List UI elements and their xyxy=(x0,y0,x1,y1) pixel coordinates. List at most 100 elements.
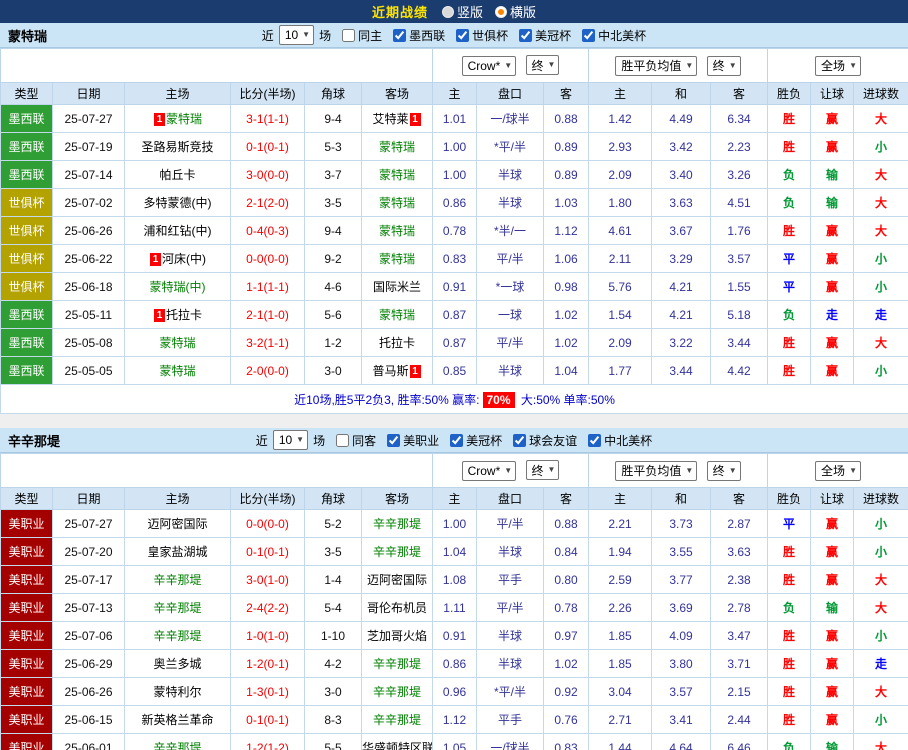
final-odds-select[interactable]: 终▼ xyxy=(707,461,741,481)
home-team: 蒙特瑞 xyxy=(125,329,231,357)
filter-same-venue-checkbox[interactable]: 同客 xyxy=(327,432,376,449)
match-date: 25-07-27 xyxy=(53,510,125,538)
version-radio-横版[interactable]: 横版 xyxy=(495,2,536,21)
scope-select[interactable]: 全场▼ xyxy=(815,461,861,481)
euro-away-odds: 1.55 xyxy=(711,273,768,301)
matches-table: Crow*▼ 终▼ 胜平负均值▼ 终▼ 全场▼ 类型 日期 主场 比分(半场) … xyxy=(0,48,908,414)
team-name: 哥伦布机员 xyxy=(367,601,427,615)
euro-away-odds: 6.46 xyxy=(711,734,768,750)
filter-league-美职业-checkbox[interactable]: 美职业 xyxy=(378,432,439,449)
match-row: 美职业25-06-26蒙特利尔1-3(0-1)3-0辛辛那堤0.96*平/半0.… xyxy=(1,678,908,706)
result-outcome: 胜 xyxy=(768,678,811,706)
checkbox-input[interactable] xyxy=(588,434,601,447)
avg-odds-select[interactable]: 胜平负均值▼ xyxy=(615,461,697,481)
result-goals: 小 xyxy=(854,538,908,566)
col-handicap: 盘口 xyxy=(477,488,544,510)
asia-home-odds: 1.00 xyxy=(433,161,477,189)
score: 2-0(0-0) xyxy=(231,357,305,385)
filter-league-世俱杯-checkbox[interactable]: 世俱杯 xyxy=(447,27,508,44)
away-team: 华盛顿特区联 xyxy=(362,734,433,750)
col-euro-home: 主 xyxy=(589,83,652,105)
recent-count-select[interactable]: 10▼ xyxy=(279,25,314,45)
checkbox-input[interactable] xyxy=(450,434,463,447)
avg-odds-select-value: 胜平负均值 xyxy=(621,462,681,479)
radio-icon[interactable] xyxy=(442,6,454,18)
col-away: 客场 xyxy=(362,488,433,510)
asia-home-odds: 1.01 xyxy=(433,105,477,133)
league-type: 美职业 xyxy=(1,706,53,734)
team-name: 辛辛那堤 xyxy=(373,657,421,671)
result-outcome: 负 xyxy=(768,594,811,622)
team-name: 帕丘卡 xyxy=(159,168,195,182)
away-team: 普马斯1 xyxy=(362,357,433,385)
checkbox-input[interactable] xyxy=(582,29,595,42)
filter-league-美冠杯-checkbox[interactable]: 美冠杯 xyxy=(441,432,502,449)
filter-league-中北美杯-checkbox[interactable]: 中北美杯 xyxy=(579,432,652,449)
final-odds-select[interactable]: 终▼ xyxy=(526,460,560,480)
team-name: 新英格兰革命 xyxy=(141,713,213,727)
euro-away-odds: 1.76 xyxy=(711,217,768,245)
score: 3-0(1-0) xyxy=(231,566,305,594)
euro-odds-controls: 胜平负均值▼ 终▼ xyxy=(589,454,768,488)
result-outcome: 胜 xyxy=(768,650,811,678)
asia-odds-controls: Crow*▼ 终▼ xyxy=(433,49,589,83)
chevron-down-icon: ▼ xyxy=(296,436,304,444)
team-name: 国际米兰 xyxy=(373,280,421,294)
result-goals: 小 xyxy=(854,245,908,273)
match-row: 美职业25-07-27迈阿密国际0-0(0-0)5-2辛辛那堤1.00平/半0.… xyxy=(1,510,908,538)
asia-away-odds: 0.92 xyxy=(544,678,589,706)
scope-select[interactable]: 全场▼ xyxy=(815,56,861,76)
team-name: 蒙特利尔 xyxy=(153,685,201,699)
asia-handicap: 平/半 xyxy=(477,510,544,538)
score: 1-0(1-0) xyxy=(231,622,305,650)
checkbox-input[interactable] xyxy=(519,29,532,42)
match-date: 25-07-13 xyxy=(53,594,125,622)
col-outcome: 胜负 xyxy=(768,83,811,105)
version-radio-竖版[interactable]: 竖版 xyxy=(442,2,483,21)
euro-draw-odds: 3.44 xyxy=(652,357,711,385)
filter-league-球会友谊-checkbox[interactable]: 球会友谊 xyxy=(504,432,577,449)
radio-selected-icon[interactable] xyxy=(495,6,507,18)
checkbox-input[interactable] xyxy=(513,434,526,447)
odds-controls-row: Crow*▼ 终▼ 胜平负均值▼ 终▼ 全场▼ xyxy=(1,49,908,83)
match-date: 25-05-11 xyxy=(53,301,125,329)
asia-away-odds: 0.84 xyxy=(544,538,589,566)
euro-draw-odds: 3.67 xyxy=(652,217,711,245)
home-team: 多特蒙德(中) xyxy=(125,189,231,217)
matches-body: 美职业25-07-27迈阿密国际0-0(0-0)5-2辛辛那堤1.00平/半0.… xyxy=(1,510,908,750)
filter-same-venue-checkbox[interactable]: 同主 xyxy=(333,27,382,44)
filter-league-中北美杯-checkbox[interactable]: 中北美杯 xyxy=(573,27,646,44)
top-bar: 近期战绩 竖版横版 xyxy=(0,0,908,23)
asia-home-odds: 1.04 xyxy=(433,538,477,566)
final-odds-select[interactable]: 终▼ xyxy=(707,56,741,76)
recent-count-value: 10 xyxy=(279,433,292,447)
result-goals: 小 xyxy=(854,357,908,385)
checkbox-label: 美冠杯 xyxy=(466,432,502,449)
bookmaker-select[interactable]: Crow*▼ xyxy=(462,461,517,481)
avg-odds-select[interactable]: 胜平负均值▼ xyxy=(615,56,697,76)
checkbox-input[interactable] xyxy=(456,29,469,42)
result-outcome: 胜 xyxy=(768,622,811,650)
chevron-down-icon: ▼ xyxy=(548,466,556,474)
filter-league-美冠杯-checkbox[interactable]: 美冠杯 xyxy=(510,27,571,44)
asia-home-odds: 1.08 xyxy=(433,566,477,594)
result-handicap: 赢 xyxy=(811,706,854,734)
checkbox-input[interactable] xyxy=(342,29,355,42)
checkbox-input[interactable] xyxy=(336,434,349,447)
result-goals: 大 xyxy=(854,734,908,750)
checkbox-input[interactable] xyxy=(387,434,400,447)
checkbox-label: 球会友谊 xyxy=(529,432,577,449)
bookmaker-select[interactable]: Crow*▼ xyxy=(462,56,517,76)
team-name: 托拉卡 xyxy=(379,336,415,350)
score: 3-0(0-0) xyxy=(231,161,305,189)
euro-away-odds: 2.15 xyxy=(711,678,768,706)
final-odds-select[interactable]: 终▼ xyxy=(526,55,560,75)
checkbox-input[interactable] xyxy=(393,29,406,42)
team-name: 蒙特瑞 xyxy=(379,224,415,238)
filter-league-墨西联-checkbox[interactable]: 墨西联 xyxy=(384,27,445,44)
games-label: 场 xyxy=(313,432,325,449)
recent-count-select[interactable]: 10 ▼ xyxy=(273,430,308,450)
match-date: 25-07-17 xyxy=(53,566,125,594)
col-asia-away: 客 xyxy=(544,83,589,105)
avg-odds-select-value: 胜平负均值 xyxy=(621,57,681,74)
